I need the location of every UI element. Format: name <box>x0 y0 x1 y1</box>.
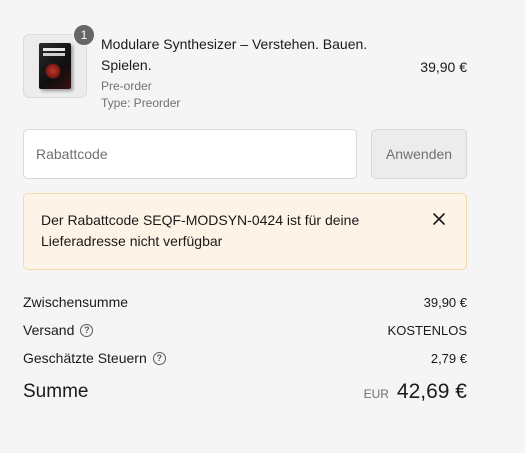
close-icon[interactable] <box>432 212 446 226</box>
shipping-row: Versand ? KOSTENLOS <box>23 320 467 340</box>
taxes-help-icon[interactable]: ? <box>152 351 166 365</box>
shipping-help-icon[interactable]: ? <box>80 323 94 337</box>
taxes-row: Geschätzte Steuern ? 2,79 € <box>23 348 467 368</box>
cart-line-item: 1 Modulare Synthesizer – Verstehen. Baue… <box>23 24 467 114</box>
product-type: Type: Preorder <box>101 96 181 110</box>
total-row: Summe EUR 42,69 € <box>23 378 467 406</box>
total-value: 42,69 € <box>396 380 467 403</box>
subtotal-row: Zwischensumme 39,90 € <box>23 292 467 312</box>
subtotal-value: 39,90 € <box>423 294 467 310</box>
book-cover-image <box>39 43 71 89</box>
taxes-label: Geschätzte Steuern <box>23 350 147 366</box>
error-message: Der Rabattcode SEQF-MODSYN-0424 ist für … <box>41 212 360 249</box>
discount-error-banner: Der Rabattcode SEQF-MODSYN-0424 ist für … <box>23 193 467 270</box>
taxes-label-wrap: Geschätzte Steuern ? <box>23 350 166 366</box>
total-label: Summe <box>23 381 89 402</box>
currency-code: EUR <box>363 387 389 401</box>
quantity-badge: 1 <box>73 24 95 46</box>
product-preorder: Pre-order <box>101 79 152 93</box>
product-info: Modulare Synthesizer – Verstehen. Bauen.… <box>101 34 391 112</box>
subtotal-label: Zwischensumme <box>23 294 129 310</box>
shipping-label-wrap: Versand ? <box>23 322 94 338</box>
product-price: 39,90 € <box>420 59 467 75</box>
shipping-value: KOSTENLOS <box>387 322 467 338</box>
product-thumbnail: 1 <box>23 24 95 98</box>
apply-discount-button[interactable]: Anwenden <box>371 129 467 179</box>
product-title: Modulare Synthesizer – Verstehen. Bauen.… <box>101 36 368 73</box>
shipping-label: Versand <box>23 322 75 338</box>
taxes-value: 2,79 € <box>430 350 467 366</box>
discount-code-input[interactable] <box>23 129 357 179</box>
total-amount: EUR 42,69 € <box>364 380 467 404</box>
